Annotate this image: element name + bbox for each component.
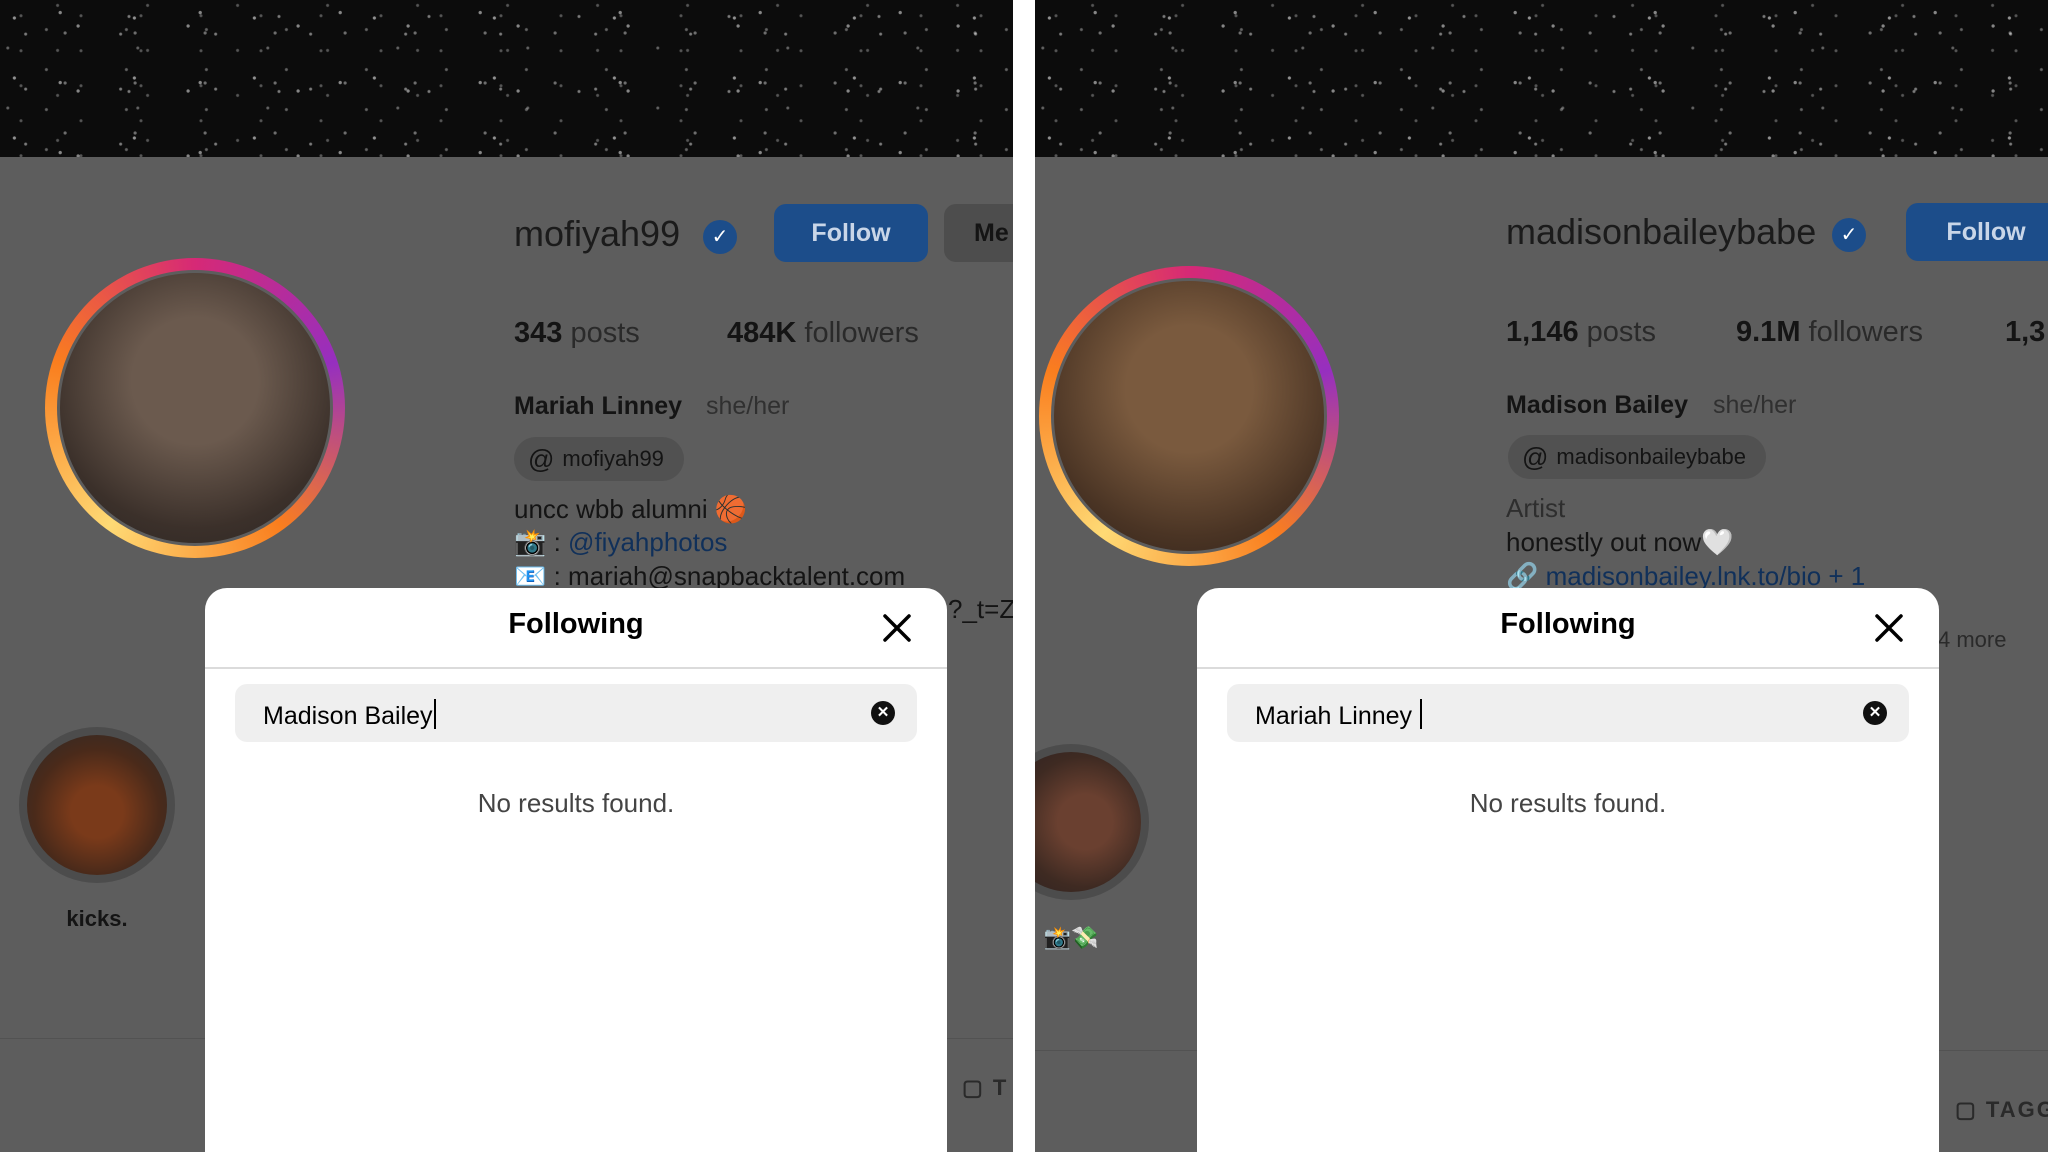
- followers-count: 9.1M: [1736, 316, 1801, 348]
- follow-button[interactable]: Follow: [1906, 203, 2048, 261]
- threads-icon: @: [528, 444, 555, 474]
- cover-image: [0, 0, 1013, 157]
- highlight-label: kicks.: [66, 906, 128, 931]
- bio-line-2: 📸 : @fiyahphotos: [514, 527, 727, 558]
- followers-stat[interactable]: 9.1M followers: [1736, 316, 1923, 349]
- pronouns: she/her: [1713, 391, 1797, 419]
- following-stat[interactable]: 1,3: [2005, 316, 2045, 349]
- text-caret: [1419, 699, 1422, 729]
- profile-username: madisonbaileybabe: [1506, 211, 1817, 252]
- bio-line-1: uncc wbb alumni 🏀: [514, 494, 748, 524]
- posts-stat[interactable]: 343 posts: [514, 317, 640, 350]
- link-icon: 🔗: [1506, 561, 1546, 591]
- search-value: Mariah Linney: [1255, 702, 1419, 730]
- following-dialog: Following Mariah Linney ✕ No results fou…: [1197, 588, 1939, 1152]
- bio-camera-prefix: 📸 :: [514, 527, 569, 557]
- profile-avatar[interactable]: [45, 258, 345, 558]
- followers-stat[interactable]: 484K followers: [727, 317, 919, 350]
- bio-link-fragment[interactable]: ?_t=Z: [948, 594, 1013, 625]
- profile-username: mofiyah99: [514, 213, 681, 254]
- threads-icon: @: [1522, 442, 1549, 472]
- search-value: Madison Bailey: [263, 702, 433, 730]
- clear-search-icon[interactable]: ✕: [1863, 701, 1887, 725]
- followers-count: 484K: [727, 317, 797, 349]
- highlight-story-image: [1035, 752, 1141, 892]
- posts-count: 343: [514, 317, 563, 349]
- bio-link[interactable]: madisonbailey.lnk.to/bio + 1: [1546, 561, 1866, 591]
- follow-button[interactable]: Follow: [774, 204, 928, 262]
- more-links[interactable]: 4 more: [1938, 627, 2006, 653]
- following-search-input[interactable]: Mariah Linney ✕: [1227, 684, 1909, 742]
- dialog-title: Following: [508, 608, 644, 640]
- verified-badge-icon: ✓: [703, 220, 737, 254]
- avatar-photo: [1051, 278, 1327, 554]
- bio-line-1: honestly out now🤍: [1506, 527, 1734, 557]
- cover-image: [1035, 0, 2048, 157]
- display-name: Mariah Linney: [514, 392, 683, 420]
- close-icon[interactable]: [877, 608, 917, 648]
- dialog-divider: [205, 667, 947, 669]
- profile-avatar[interactable]: [1039, 266, 1339, 566]
- followers-label: followers: [796, 317, 919, 349]
- posts-stat[interactable]: 1,146 posts: [1506, 316, 1656, 349]
- tagged-tab-label: T: [992, 1075, 1009, 1100]
- panel-divider: [1013, 0, 1035, 1152]
- fiyahphotos-link[interactable]: @fiyahphotos: [568, 527, 727, 557]
- highlight-story[interactable]: [1035, 744, 1149, 900]
- tagged-tab[interactable]: ▢ TAGG: [1955, 1097, 2048, 1123]
- bio-category: Artist: [1506, 493, 1566, 523]
- message-button[interactable]: Me: [944, 204, 1013, 262]
- posts-label: posts: [1578, 316, 1656, 348]
- dialog-divider: [1197, 667, 1939, 669]
- no-results-message: No results found.: [1469, 788, 1667, 818]
- tagged-tab[interactable]: ▢ T: [962, 1075, 1008, 1101]
- avatar-photo: [57, 270, 333, 546]
- posts-count: 1,146: [1506, 316, 1579, 348]
- verified-badge-icon: ✓: [1832, 218, 1866, 252]
- posts-label: posts: [562, 317, 640, 349]
- following-count: 1,3: [2005, 316, 2046, 348]
- threads-badge[interactable]: @ madisonbaileybabe: [1508, 435, 1766, 479]
- threads-badge[interactable]: @ mofiyah99: [514, 437, 684, 481]
- following-search-input[interactable]: Madison Bailey ✕: [235, 684, 917, 742]
- display-name: Madison Bailey: [1506, 391, 1688, 419]
- threads-handle: madisonbaileybabe: [1556, 444, 1746, 469]
- highlight-kicks[interactable]: [19, 727, 175, 883]
- followers-label: followers: [1800, 316, 1923, 348]
- text-caret: [433, 699, 436, 729]
- following-dialog: Following Madison Bailey ✕ No results fo…: [205, 588, 947, 1152]
- right-screenshot-panel: madisonbaileybabe ✓ Follow 1,146 posts 9…: [1035, 0, 2048, 1152]
- dialog-title: Following: [1500, 608, 1636, 640]
- highlight-label: 📸💸: [1043, 925, 1099, 950]
- highlight-kicks-image: [27, 735, 167, 875]
- left-screenshot-panel: mofiyah99 ✓ Follow Me 343 posts 484K fol…: [0, 0, 1013, 1152]
- pronouns: she/her: [706, 392, 790, 420]
- no-results-message: No results found.: [477, 788, 675, 818]
- close-icon[interactable]: [1869, 608, 1909, 648]
- threads-handle: mofiyah99: [562, 446, 664, 471]
- clear-search-icon[interactable]: ✕: [871, 701, 895, 725]
- tagged-tab-label: TAGG: [1985, 1097, 2048, 1122]
